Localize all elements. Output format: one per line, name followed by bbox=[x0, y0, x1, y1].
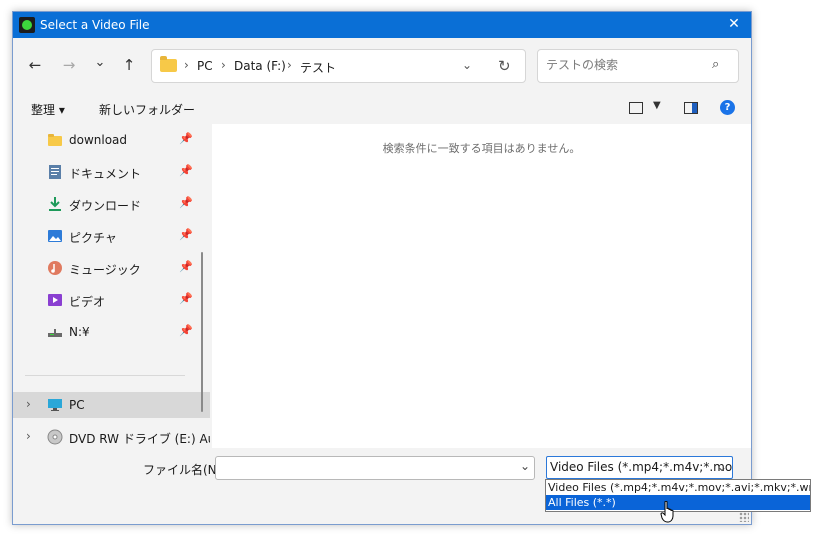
back-button[interactable]: ← bbox=[25, 56, 45, 74]
up-button[interactable]: ↑ bbox=[119, 56, 139, 74]
filename-label: ファイル名(N): bbox=[143, 463, 226, 477]
address-bar[interactable]: › PC › Data (F:) › テスト ⌄ ↻ bbox=[151, 49, 526, 83]
breadcrumb-data-drive[interactable]: Data (F:) bbox=[234, 59, 286, 73]
sidebar-item-label: ピクチャ bbox=[69, 231, 117, 245]
video-icon bbox=[47, 292, 63, 308]
resize-grip[interactable] bbox=[739, 512, 749, 522]
sidebar-item-label: ミュージック bbox=[69, 263, 141, 277]
recent-locations-button[interactable]: ⌄ bbox=[90, 54, 110, 72]
app-icon bbox=[19, 17, 35, 33]
option-label: Video Files (*.mp4;*.m4v;*.mov;*.avi;*.m… bbox=[548, 481, 810, 494]
command-bar: 整理 ▾ 新しいフォルダー ▼ ? bbox=[13, 92, 751, 124]
network-drive-icon bbox=[47, 324, 63, 340]
document-icon bbox=[47, 164, 63, 180]
chevron-right-icon: › bbox=[287, 58, 292, 72]
sidebar-item-label: DVD RW ドライブ (E:) Aud bbox=[69, 432, 210, 446]
view-dropdown-icon[interactable]: ▼ bbox=[653, 100, 661, 111]
file-list-pane[interactable]: 検索条件に一致する項目はありません。 bbox=[212, 124, 751, 448]
hand-cursor-icon bbox=[660, 501, 674, 523]
pin-icon: 📌 bbox=[179, 228, 193, 241]
view-mode-icon[interactable] bbox=[629, 102, 643, 114]
download-icon bbox=[47, 196, 63, 212]
sidebar-item-pc[interactable]: › PC bbox=[13, 392, 210, 418]
chevron-right-icon: › bbox=[184, 58, 189, 72]
filename-input[interactable]: ⌄ bbox=[215, 456, 535, 480]
chevron-down-icon[interactable]: ⌄ bbox=[520, 459, 530, 473]
new-folder-button[interactable]: 新しいフォルダー bbox=[99, 101, 195, 118]
sidebar-item-network-drive[interactable]: N:¥ 📌 bbox=[13, 319, 194, 345]
file-type-option-all[interactable]: All Files (*.*) bbox=[546, 495, 810, 510]
sidebar-item-download[interactable]: download 📌 bbox=[13, 127, 194, 153]
pin-icon: 📌 bbox=[179, 324, 193, 337]
pictures-icon bbox=[47, 228, 63, 244]
breadcrumb-pc[interactable]: PC bbox=[197, 59, 213, 73]
search-box[interactable]: ⌕ bbox=[537, 49, 739, 83]
address-dropdown-icon[interactable]: ⌄ bbox=[462, 58, 472, 72]
sidebar-item-label: N:¥ bbox=[69, 325, 90, 339]
sidebar-item-label: ドキュメント bbox=[69, 167, 142, 181]
pc-icon bbox=[47, 397, 63, 413]
sidebar-divider bbox=[25, 375, 185, 376]
pin-icon: 📌 bbox=[179, 292, 193, 305]
sidebar-item-videos[interactable]: ビデオ 📌 bbox=[13, 287, 194, 313]
sidebar-item-label: ビデオ bbox=[69, 295, 106, 309]
sidebar-item-documents[interactable]: ドキュメント 📌 bbox=[13, 159, 194, 185]
close-button[interactable]: ✕ bbox=[717, 12, 751, 38]
sidebar-item-label: ダウンロード bbox=[69, 199, 142, 213]
sidebar-scrollbar[interactable] bbox=[201, 252, 203, 412]
sidebar-item-pictures[interactable]: ピクチャ 📌 bbox=[13, 223, 194, 249]
file-type-dropdown-list: Video Files (*.mp4;*.m4v;*.mov;*.avi;*.m… bbox=[545, 479, 811, 512]
chevron-down-icon[interactable]: ⌄ bbox=[717, 460, 727, 474]
dvd-icon bbox=[47, 429, 63, 445]
file-dialog: Select a Video File ✕ ← → ⌄ ↑ › PC › Dat… bbox=[12, 11, 752, 525]
preview-pane-icon[interactable] bbox=[684, 102, 698, 114]
search-icon[interactable]: ⌕ bbox=[712, 57, 719, 72]
organize-button[interactable]: 整理 ▾ bbox=[31, 101, 65, 118]
chevron-right-icon[interactable]: › bbox=[26, 429, 31, 443]
refresh-button[interactable]: ↻ bbox=[498, 57, 511, 75]
search-input[interactable] bbox=[546, 58, 706, 72]
folder-icon bbox=[160, 56, 177, 72]
window-title: Select a Video File bbox=[40, 18, 150, 32]
sidebar-item-dvd-drive[interactable]: › DVD RW ドライブ (E:) Aud bbox=[13, 424, 210, 448]
file-type-selected: Video Files (*.mp4;*.m4v;*.mov; bbox=[550, 460, 733, 474]
empty-message: 検索条件に一致する項目はありません。 bbox=[382, 142, 581, 155]
navigation-pane: download 📌 ドキュメント 📌 ダウンロード 📌 ピクチャ 📌 ミュージ… bbox=[13, 124, 210, 448]
sidebar-item-downloads[interactable]: ダウンロード 📌 bbox=[13, 191, 194, 217]
sidebar-item-music[interactable]: ミュージック 📌 bbox=[13, 255, 194, 281]
navigation-bar: ← → ⌄ ↑ › PC › Data (F:) › テスト ⌄ ↻ ⌕ bbox=[13, 38, 751, 92]
option-label: All Files (*.*) bbox=[548, 496, 616, 509]
file-type-option-video[interactable]: Video Files (*.mp4;*.m4v;*.mov;*.avi;*.m… bbox=[546, 480, 810, 495]
file-type-select[interactable]: Video Files (*.mp4;*.m4v;*.mov; ⌄ bbox=[546, 456, 733, 479]
sidebar-item-label: download bbox=[69, 133, 128, 147]
pin-icon: 📌 bbox=[179, 164, 193, 177]
chevron-right-icon: › bbox=[221, 58, 226, 72]
breadcrumb-test[interactable]: テスト bbox=[300, 59, 336, 76]
help-icon[interactable]: ? bbox=[720, 100, 735, 115]
forward-button[interactable]: → bbox=[59, 56, 79, 74]
title-bar: Select a Video File ✕ bbox=[13, 12, 751, 38]
folder-icon bbox=[47, 132, 63, 148]
pin-icon: 📌 bbox=[179, 260, 193, 273]
chevron-right-icon[interactable]: › bbox=[26, 397, 31, 411]
sidebar-item-label: PC bbox=[69, 398, 85, 412]
music-icon bbox=[47, 260, 63, 276]
pin-icon: 📌 bbox=[179, 196, 193, 209]
pin-icon: 📌 bbox=[179, 132, 193, 145]
